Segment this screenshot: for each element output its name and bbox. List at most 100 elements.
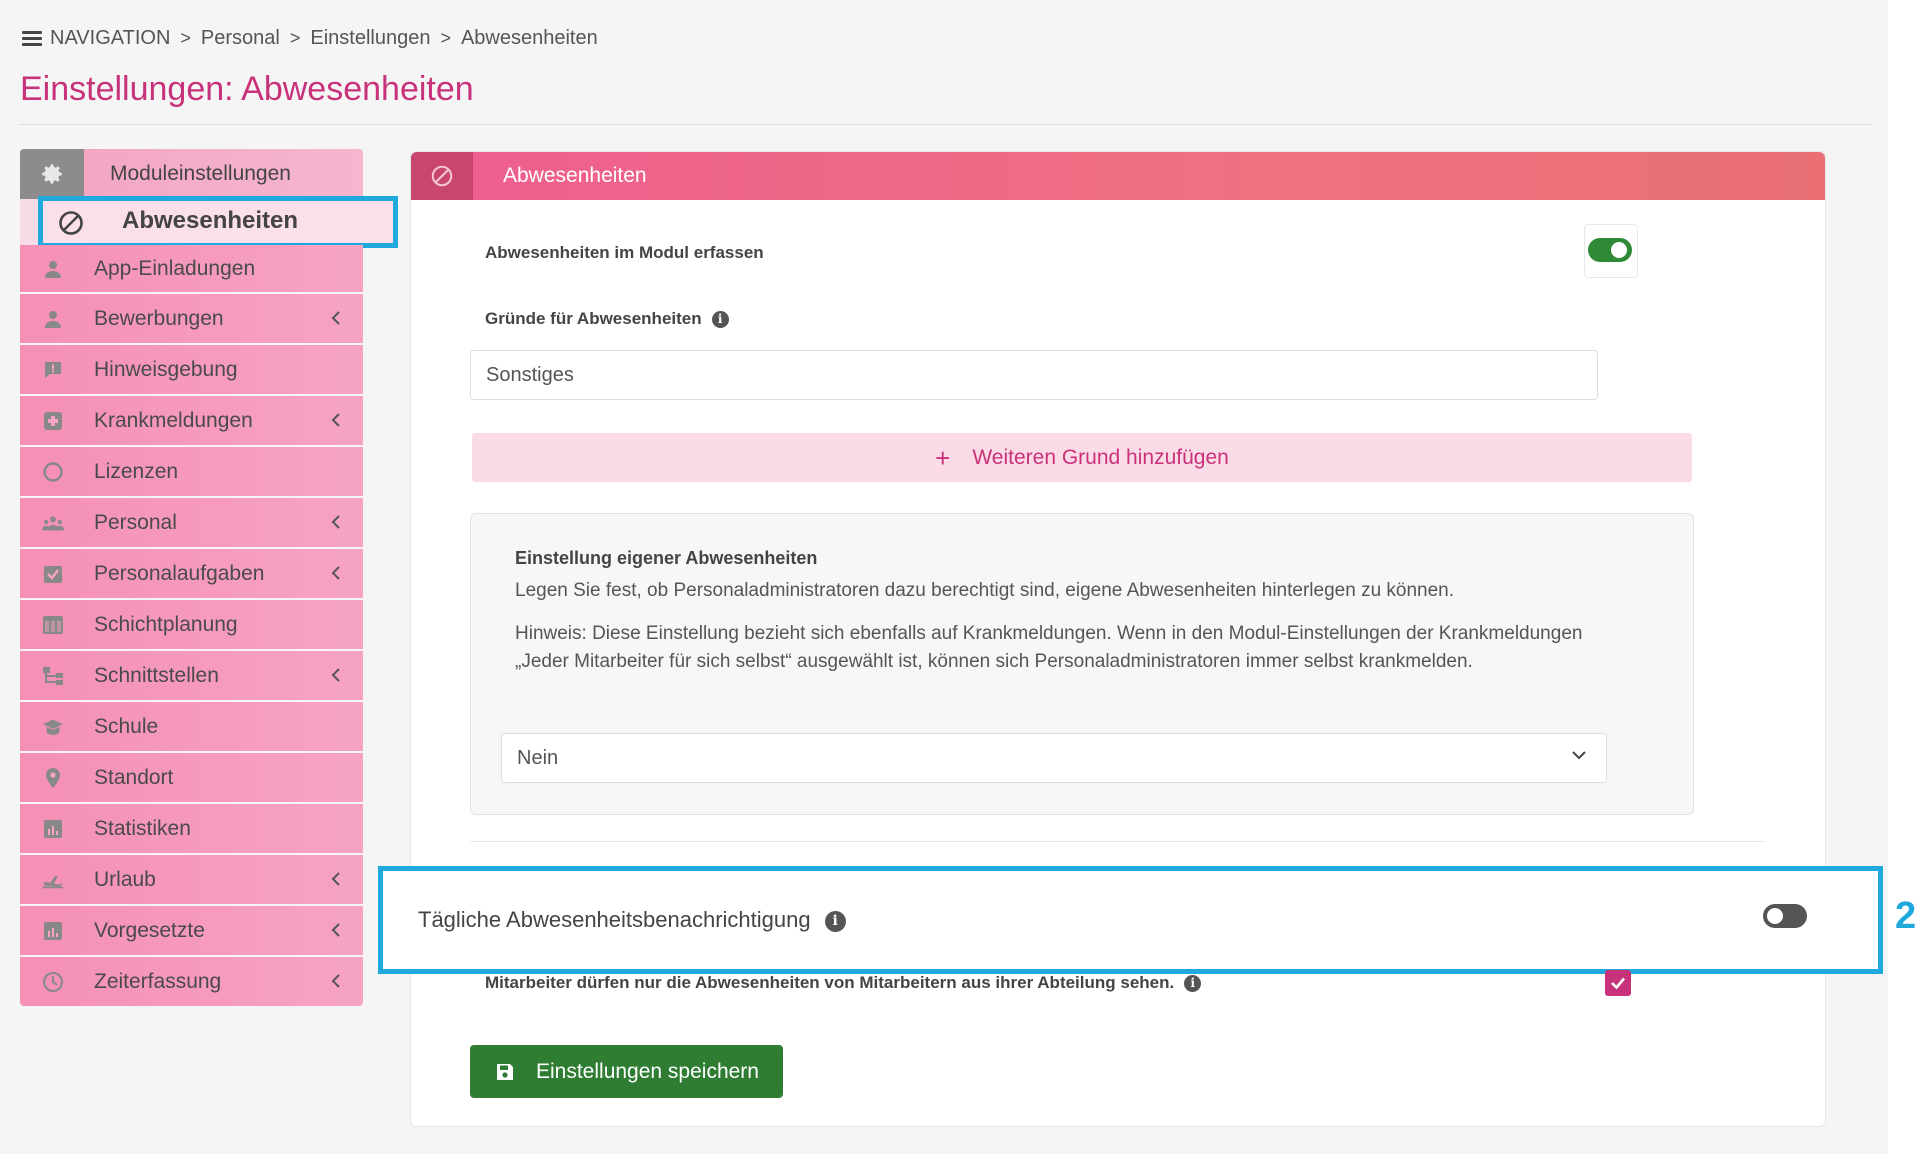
save-icon bbox=[497, 1063, 513, 1080]
own-absences-heading: Einstellung eigener Abwesenheiten bbox=[515, 548, 818, 568]
info-icon[interactable]: i bbox=[1184, 975, 1202, 993]
chevron-left-icon[interactable] bbox=[331, 309, 341, 330]
chevron-left-icon[interactable] bbox=[331, 513, 341, 534]
sidebar: Moduleinstellungen Abwesenheiten App-Ein… bbox=[20, 149, 398, 1006]
sidebar-item-label: Statistiken bbox=[94, 816, 191, 840]
user-icon bbox=[42, 258, 64, 280]
breadcrumb-separator: > bbox=[440, 27, 451, 48]
sidebar-item-personalaufgaben[interactable]: Personalaufgaben bbox=[20, 549, 363, 598]
sidebar-item-label: Vorgesetzte bbox=[94, 918, 205, 942]
sidebar-item-label: Schnittstellen bbox=[94, 663, 219, 687]
bar-chart-icon bbox=[42, 818, 64, 840]
sitemap-icon bbox=[42, 665, 64, 687]
own-absences-note: Hinweis: Diese Einstellung bezieht sich … bbox=[515, 623, 1583, 672]
sidebar-item-vorgesetzte[interactable]: Vorgesetzte bbox=[20, 906, 363, 955]
title-divider bbox=[20, 124, 1872, 125]
menu-icon[interactable] bbox=[22, 28, 42, 49]
chevron-left-icon[interactable] bbox=[331, 921, 341, 942]
record-in-module-label: Abwesenheiten im Modul erfassen bbox=[485, 243, 764, 262]
app-window: NAVIGATION > Personal > Einstellungen > … bbox=[0, 0, 1916, 1154]
info-icon[interactable]: i bbox=[711, 311, 729, 329]
breadcrumb-einstellungen[interactable]: Einstellungen bbox=[310, 27, 430, 50]
sidebar-item-label: Zeiterfassung bbox=[94, 969, 222, 993]
breadcrumb-current: Abwesenheiten bbox=[460, 26, 598, 49]
sidebar-item-label: Abwesenheiten bbox=[122, 207, 299, 234]
prohibited-icon bbox=[59, 211, 83, 235]
plus-icon: + bbox=[935, 442, 951, 473]
group-icon bbox=[42, 512, 64, 534]
panel-header: Abwesenheiten bbox=[411, 152, 1825, 200]
page-title: Einstellungen: Abwesenheiten bbox=[20, 70, 474, 108]
sidebar-item-statistiken[interactable]: Statistiken bbox=[20, 804, 363, 853]
prohibited-icon bbox=[411, 152, 473, 200]
reasons-label: Gründe für Abwesenheiten i bbox=[485, 309, 729, 329]
chevron-left-icon[interactable] bbox=[331, 972, 341, 993]
sidebar-item-label: Lizenzen bbox=[94, 459, 179, 483]
sidebar-header: Moduleinstellungen bbox=[20, 149, 363, 199]
sidebar-item-zeiterfassung[interactable]: Zeiterfassung bbox=[20, 957, 363, 1006]
task-check-icon bbox=[42, 563, 64, 585]
sidebar-item-bewerbungen[interactable]: Bewerbungen bbox=[20, 294, 363, 343]
own-absences-description: Legen Sie fest, ob Personaladministrator… bbox=[515, 580, 1455, 601]
sidebar-item-label: Personalaufgaben bbox=[94, 561, 265, 585]
record-in-module-toggle[interactable] bbox=[1588, 238, 1632, 262]
save-button-label: Einstellungen speichern bbox=[536, 1059, 759, 1083]
map-pin-icon bbox=[42, 767, 64, 789]
daily-notification-label-text: Tägliche Abwesenheitsbenachrichtigung bbox=[418, 907, 811, 932]
sidebar-list: App-Einladungen Bewerbungen Hinweisgebung K… bbox=[20, 245, 363, 1006]
callout-2: 2 bbox=[1895, 895, 1917, 937]
breadcrumb-separator: > bbox=[289, 27, 301, 48]
department-only-checkbox[interactable] bbox=[1605, 970, 1631, 996]
circle-icon bbox=[42, 461, 64, 483]
own-absences-select[interactable]: Nein bbox=[501, 733, 1607, 783]
user-icon bbox=[42, 308, 64, 330]
sidebar-item-label: Standort bbox=[94, 765, 174, 789]
medical-cross-icon bbox=[42, 410, 64, 432]
sidebar-item-label: Krankmeldungen bbox=[94, 408, 253, 432]
info-icon[interactable]: i bbox=[824, 910, 846, 932]
section-divider bbox=[470, 841, 1766, 842]
panel-title: Abwesenheiten bbox=[503, 164, 647, 187]
save-button[interactable]: Einstellungen speichern bbox=[470, 1045, 783, 1098]
sidebar-item-schule[interactable]: Schule bbox=[20, 702, 363, 751]
sidebar-item-label: Schichtplanung bbox=[94, 612, 238, 636]
daily-notification-toggle[interactable] bbox=[1763, 904, 1807, 928]
breadcrumb-navigation[interactable]: NAVIGATION bbox=[50, 27, 170, 50]
sidebar-item-app-einladungen[interactable]: App-Einladungen bbox=[20, 245, 363, 292]
sidebar-item-label: Schule bbox=[94, 714, 159, 738]
sidebar-item-label: Personal bbox=[94, 510, 177, 534]
chevron-left-icon[interactable] bbox=[331, 870, 341, 891]
own-absences-select-value: Nein bbox=[517, 746, 559, 769]
chevron-left-icon[interactable] bbox=[331, 564, 341, 585]
sidebar-item-label: Urlaub bbox=[94, 867, 156, 891]
reason-input[interactable] bbox=[470, 350, 1598, 400]
checkmark-icon bbox=[1611, 977, 1625, 990]
own-absences-card: Einstellung eigener Abwesenheiten Legen … bbox=[470, 513, 1694, 815]
message-alert-icon bbox=[42, 359, 64, 381]
sidebar-item-label: Bewerbungen bbox=[94, 306, 224, 330]
breadcrumb: NAVIGATION > Personal > Einstellungen > … bbox=[22, 26, 598, 50]
sidebar-item-hinweisgebung[interactable]: Hinweisgebung bbox=[20, 345, 363, 394]
chevron-left-icon[interactable] bbox=[331, 411, 341, 432]
breadcrumb-personal[interactable]: Personal bbox=[201, 27, 280, 50]
sidebar-item-urlaub[interactable]: Urlaub bbox=[20, 855, 363, 904]
sidebar-item-lizenzen[interactable]: Lizenzen bbox=[20, 447, 363, 496]
highlight-box-2: Tägliche Abwesenheitsbenachrichtigung i bbox=[378, 866, 1883, 974]
breadcrumb-separator: > bbox=[180, 27, 191, 48]
sidebar-item-personal[interactable]: Personal bbox=[20, 498, 363, 547]
sidebar-item-abwesenheiten[interactable]: Abwesenheiten bbox=[20, 196, 398, 248]
reasons-label-text: Gründe für Abwesenheiten bbox=[485, 309, 702, 328]
bar-chart-icon bbox=[42, 920, 64, 942]
sidebar-item-label: App-Einladungen bbox=[94, 256, 256, 280]
gear-icon bbox=[20, 149, 84, 199]
sidebar-item-schnittstellen[interactable]: Schnittstellen bbox=[20, 651, 363, 700]
sidebar-item-standort[interactable]: Standort bbox=[20, 753, 363, 802]
table-icon bbox=[42, 614, 64, 636]
sidebar-item-krankmeldungen[interactable]: Krankmeldungen bbox=[20, 396, 363, 445]
add-reason-button[interactable]: + Weiteren Grund hinzufügen bbox=[472, 433, 1692, 482]
clock-icon bbox=[42, 971, 64, 993]
chevron-left-icon[interactable] bbox=[331, 666, 341, 687]
add-reason-label: Weiteren Grund hinzufügen bbox=[972, 445, 1229, 469]
graduation-cap-icon bbox=[42, 716, 64, 738]
sidebar-item-schichtplanung[interactable]: Schichtplanung bbox=[20, 600, 363, 649]
